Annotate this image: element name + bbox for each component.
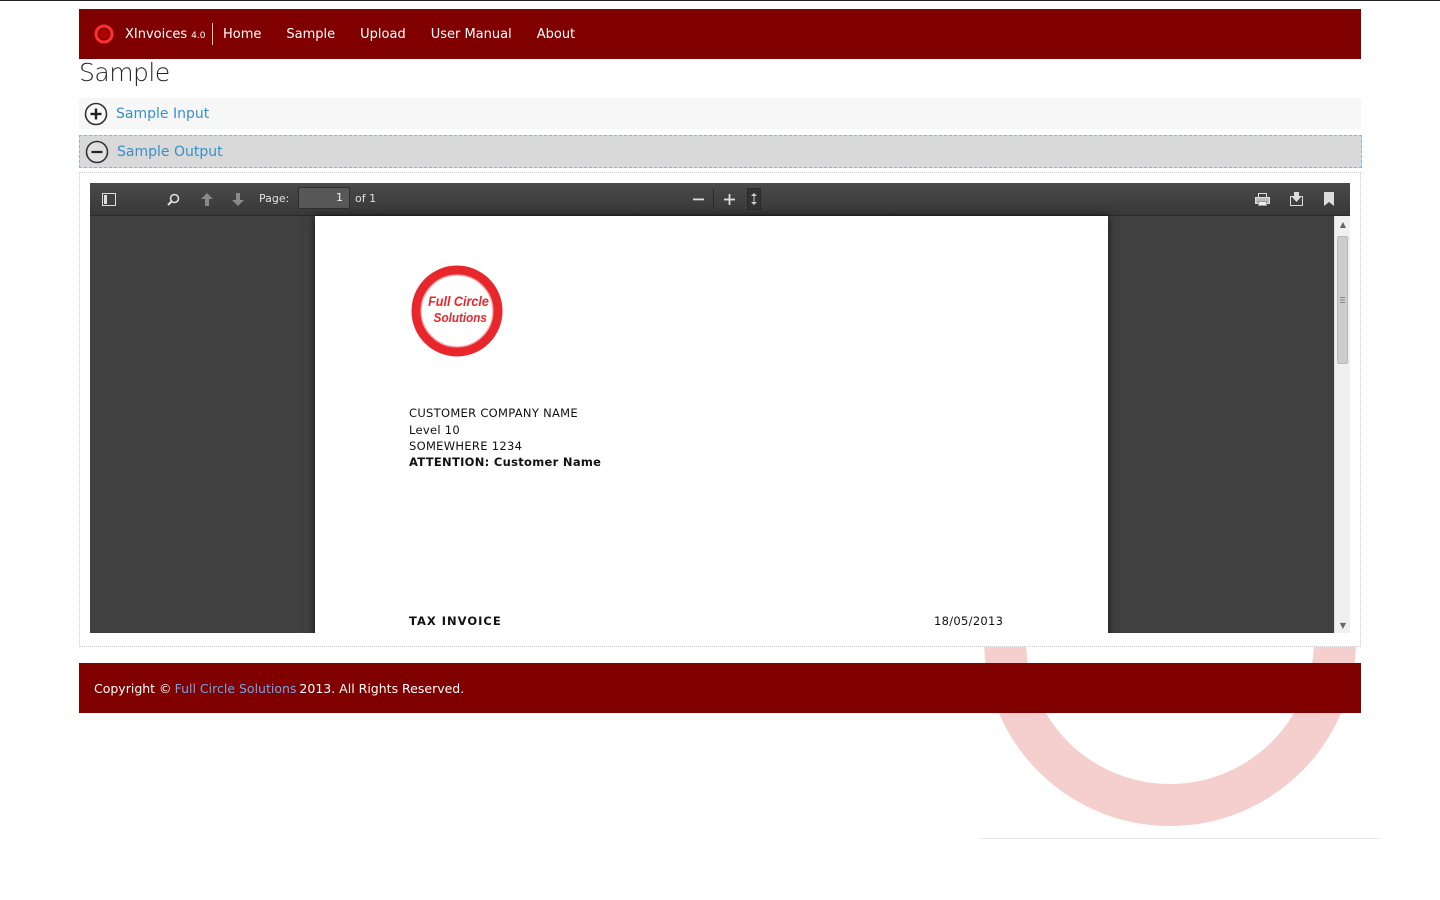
- zoom-out-icon[interactable]: [688, 189, 708, 209]
- chevron-down-icon: [751, 193, 757, 205]
- footer: Copyright © Full Circle Solutions 2013. …: [79, 663, 1361, 713]
- scroll-up-arrow-icon[interactable]: ▲: [1335, 216, 1350, 232]
- page-count: of 1: [355, 192, 377, 205]
- nav-item-upload[interactable]: Upload: [360, 27, 406, 42]
- pdf-viewer: Page: 1 of 1 Full Circle Solutions CUSTO…: [90, 183, 1350, 633]
- footer-company-link[interactable]: Full Circle Solutions: [175, 681, 297, 696]
- zoom-in-icon[interactable]: [719, 189, 739, 209]
- nav-menu: Home Sample Upload User Manual About: [223, 9, 600, 59]
- sidebar-toggle-icon[interactable]: [99, 189, 119, 209]
- plus-circle-icon: [84, 102, 108, 125]
- svg-text:Solutions: Solutions: [434, 310, 487, 325]
- copyright-prefix: Copyright ©: [94, 680, 172, 696]
- nav-item-sample[interactable]: Sample: [286, 27, 335, 42]
- copyright-text: Copyright © Full Circle Solutions 2013. …: [94, 663, 464, 713]
- minus-circle-icon: [85, 140, 109, 163]
- pdf-page: Full Circle Solutions CUSTOMER COMPANY N…: [315, 216, 1108, 633]
- accordion-label: Sample Input: [116, 105, 210, 122]
- pdf-document-area[interactable]: Full Circle Solutions CUSTOMER COMPANY N…: [90, 216, 1334, 633]
- brand-name: XInvoices: [125, 26, 188, 42]
- brand[interactable]: XInvoices 4.0: [93, 9, 205, 59]
- previous-page-icon[interactable]: [197, 189, 217, 209]
- pdf-toolbar: Page: 1 of 1: [90, 183, 1350, 216]
- full-circle-solutions-logo: Full Circle Solutions: [411, 265, 503, 357]
- zoom-select[interactable]: [747, 188, 761, 210]
- nav-item-home[interactable]: Home: [223, 27, 261, 42]
- nav-item-about[interactable]: About: [537, 27, 575, 42]
- toolbar-divider: [713, 189, 714, 209]
- nav-item-user-manual[interactable]: User Manual: [431, 27, 512, 42]
- accordion-header-sample-output[interactable]: Sample Output: [79, 135, 1362, 168]
- brand-logo-icon: [94, 24, 114, 44]
- customer-company-name: CUSTOMER COMPANY NAME: [409, 406, 578, 420]
- document-type: TAX INVOICE: [409, 614, 502, 628]
- brand-separator: [212, 23, 213, 45]
- background-divider: [980, 838, 1380, 839]
- window-top-border: [0, 0, 1440, 1]
- page-number-input[interactable]: 1: [298, 187, 350, 209]
- print-icon[interactable]: [1252, 189, 1272, 209]
- svg-text:Full Circle: Full Circle: [428, 293, 489, 309]
- address-line: Level 10: [409, 423, 461, 437]
- scrollbar-thumb[interactable]: [1337, 236, 1348, 364]
- brand-version: 4.0: [191, 31, 206, 41]
- copyright-suffix: 2013. All Rights Reserved.: [299, 680, 465, 696]
- bookmark-icon[interactable]: [1319, 189, 1339, 209]
- page-title: Sample: [79, 58, 170, 87]
- page-label: Page:: [259, 192, 290, 205]
- grip-icon: [1340, 297, 1345, 303]
- vertical-scrollbar[interactable]: ▲ ▼: [1334, 216, 1350, 633]
- address-line: SOMEWHERE 1234: [409, 439, 523, 453]
- search-icon[interactable]: [163, 189, 183, 209]
- scroll-down-arrow-icon[interactable]: ▼: [1335, 617, 1350, 633]
- accordion-header-sample-input[interactable]: Sample Input: [79, 98, 1361, 129]
- download-icon[interactable]: [1286, 189, 1306, 209]
- invoice-date: 18/05/2013: [934, 614, 1004, 628]
- next-page-icon[interactable]: [228, 189, 248, 209]
- top-navbar: XInvoices 4.0 Home Sample Upload User Ma…: [79, 9, 1361, 59]
- attention-line: ATTENTION: Customer Name: [409, 455, 602, 469]
- accordion-label: Sample Output: [117, 143, 223, 160]
